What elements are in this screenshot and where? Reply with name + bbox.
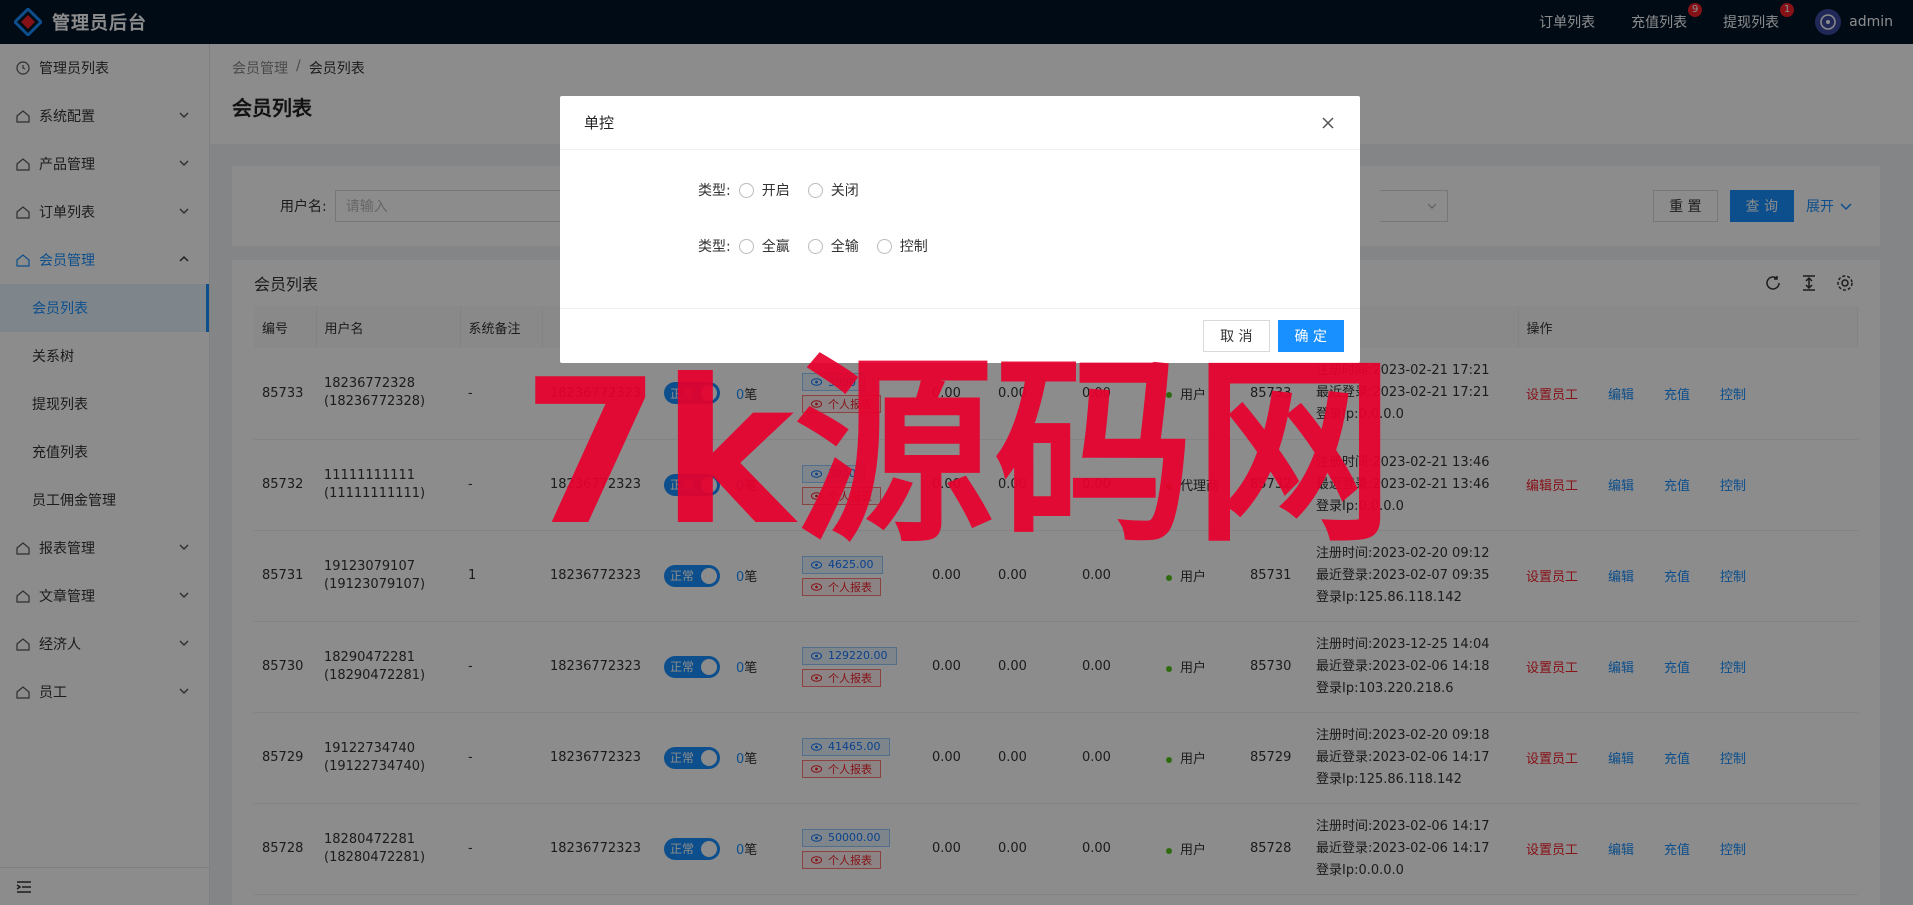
single-control-modal: 单控 类型: 开启 关闭 类型: 全赢 全输 控制 取 消 确 定 [560, 96, 1360, 363]
form-label: 类型: [698, 239, 731, 255]
control-type-row: 类型: 全赢 全输 控制 [560, 234, 1360, 258]
radio-label: 全赢 [761, 239, 790, 255]
radio-all-win[interactable]: 全赢 [738, 236, 790, 256]
switch-type-row: 类型: 开启 关闭 [560, 178, 1360, 202]
confirm-button[interactable]: 确 定 [1277, 320, 1344, 352]
radio-control[interactable]: 控制 [876, 236, 928, 256]
form-label: 类型: [698, 183, 731, 199]
radio-close[interactable]: 关闭 [807, 180, 859, 200]
radio-all-lose[interactable]: 全输 [807, 236, 859, 256]
radio-circle [876, 238, 892, 254]
radio-circle [807, 182, 823, 198]
radio-label: 全输 [830, 239, 859, 255]
radio-circle [738, 182, 754, 198]
cancel-button[interactable]: 取 消 [1203, 320, 1270, 352]
radio-label: 开启 [761, 183, 790, 199]
radio-label: 控制 [899, 239, 928, 255]
radio-circle [738, 238, 754, 254]
radio-open[interactable]: 开启 [738, 180, 790, 200]
radio-label: 关闭 [830, 183, 859, 199]
radio-circle [807, 238, 823, 254]
close-icon[interactable] [1320, 115, 1336, 131]
modal-title: 单控 [584, 114, 615, 132]
